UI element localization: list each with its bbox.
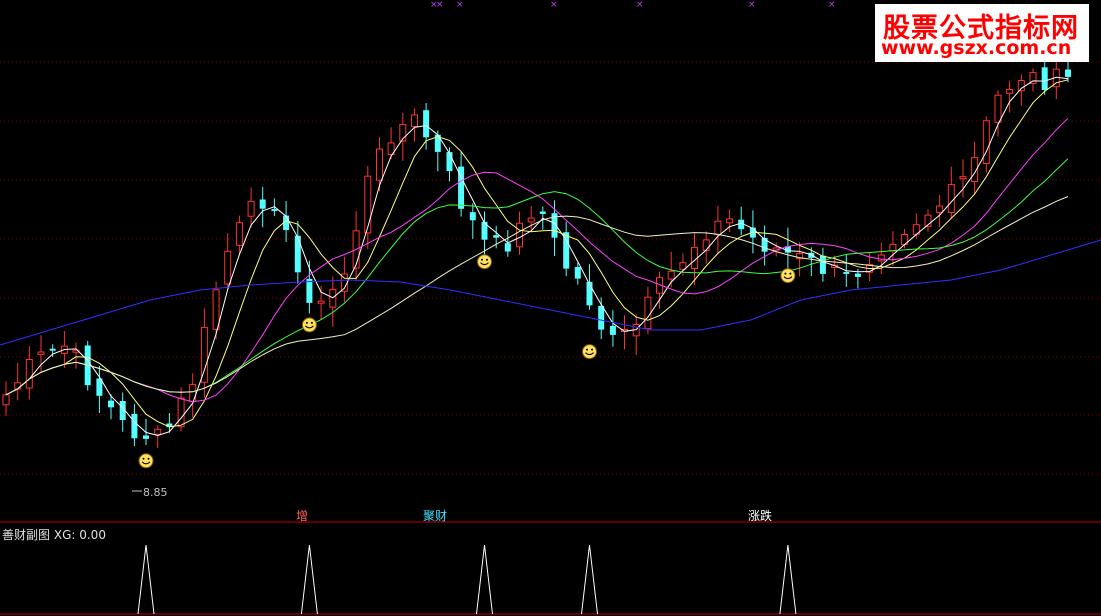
sub-panel-indicator: XG: [53, 528, 76, 542]
candle-body-up [317, 300, 325, 304]
candle-body-down [504, 243, 511, 252]
candle-body-down [469, 212, 476, 221]
candle-body-up [376, 148, 383, 181]
candle-body-up [702, 239, 710, 251]
candle-body-down [609, 325, 616, 335]
candle-body-down [843, 271, 850, 274]
xg-spike [476, 544, 493, 615]
candle-body-up [714, 220, 722, 236]
ma120-line [0, 239, 1101, 346]
candle-body-up [2, 394, 10, 406]
candle-body-up [154, 428, 162, 435]
candle-body-up [411, 114, 418, 128]
ma20-line [5, 117, 1069, 403]
xg-spike [137, 544, 155, 615]
candle-body-up [516, 222, 523, 248]
candle-body-down [598, 305, 605, 330]
candle-body-down [306, 278, 313, 303]
sub-panel-name: 善财副图 [2, 528, 51, 542]
watermark-url: www.gszx.com.cn [881, 37, 1072, 59]
candle-body-up [527, 217, 535, 223]
candle-body-up [1006, 89, 1014, 94]
top-cross-marker: × [636, 0, 644, 10]
candle-body-down [493, 235, 500, 238]
smile-marker [582, 344, 597, 360]
candle-body-down [294, 235, 301, 273]
top-cross-marker: × [828, 0, 836, 10]
candle-body-down [108, 400, 114, 408]
candle-body-up [982, 120, 990, 164]
smile-marker [780, 268, 796, 284]
candle-body-up [189, 383, 197, 403]
candle-body-down [1041, 67, 1048, 90]
candle-body-up [224, 250, 232, 285]
xg-spike [300, 544, 318, 615]
candle-body-up [247, 200, 255, 217]
xg-spike [779, 544, 797, 615]
ma10-line [5, 79, 1069, 428]
candle-body-up [994, 94, 1002, 123]
watermark-logo: 股票公式指标网 www.gszx.com.cn [875, 4, 1089, 62]
candle-body-down [539, 211, 546, 214]
candle-body-up [877, 254, 885, 262]
candle-body-up [37, 351, 45, 355]
top-cross-marker: × [456, 0, 464, 10]
candle-body-down [808, 252, 815, 258]
candle-body-down [271, 209, 278, 212]
candle-body-up [235, 222, 243, 246]
signal-marker-label: 增 [296, 509, 308, 523]
candle-body-down [586, 281, 593, 306]
candle-body-up [177, 397, 185, 428]
candle-body-down [1065, 69, 1071, 77]
low-label: 8.85 [143, 486, 168, 499]
candle-body-down [143, 435, 149, 439]
ma60-line [5, 196, 1069, 396]
chart-canvas: 8.85增 聚财 涨跌×× × × × × × [0, 0, 1101, 615]
candle-body-up [14, 382, 22, 390]
candle-body-up [936, 205, 944, 213]
smile-marker [138, 453, 154, 469]
candle-body-up [726, 218, 734, 224]
candle-body-up [1017, 80, 1025, 92]
candle-body-up [947, 184, 955, 213]
candle-body-down [854, 273, 861, 277]
candle-body-down [131, 413, 138, 439]
candle-body-up [364, 175, 372, 234]
top-cross-marker: × [550, 0, 558, 10]
candle-body-down [259, 199, 266, 209]
top-cross-marker: × [748, 0, 756, 10]
candle-body-up [667, 270, 675, 280]
candle-body-up [959, 176, 967, 180]
xg-spike [581, 544, 598, 615]
candle-body-down [819, 255, 826, 274]
candle-body-up [25, 359, 33, 389]
candle-body-down [446, 152, 453, 172]
candle-body-down [574, 267, 581, 279]
candle-body-up [212, 289, 220, 330]
candle-body-up [644, 296, 652, 330]
smile-marker [477, 254, 492, 270]
smile-marker [301, 317, 317, 333]
signal-marker-label: 聚财 [423, 509, 447, 523]
sub-panel-value: 0.00 [79, 528, 106, 542]
ma5-line [5, 76, 1069, 437]
sub-panel-title: 善财副图 XG: 0.00 [2, 526, 106, 543]
candle-body-down [49, 348, 56, 351]
top-cross-marker: × [436, 0, 444, 10]
ma30-line [5, 158, 1069, 396]
candle-body-up [200, 326, 208, 383]
signal-marker-label: 涨跌 [748, 508, 772, 523]
candle-body-down [423, 110, 430, 138]
